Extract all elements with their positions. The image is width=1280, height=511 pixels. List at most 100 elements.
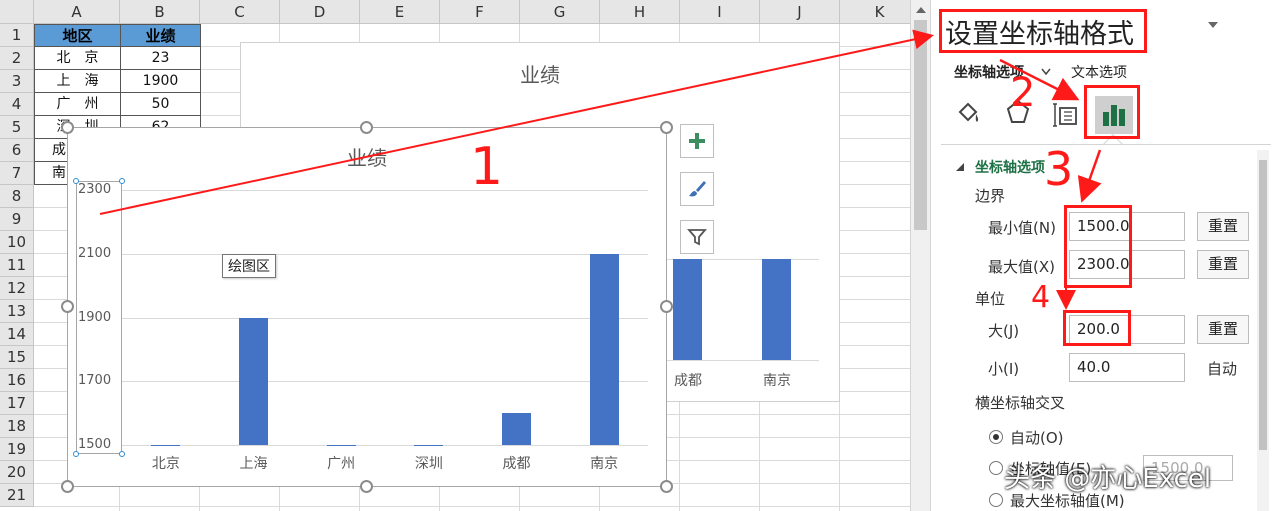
row-header[interactable]: 5 <box>0 116 34 139</box>
row-header[interactable]: 18 <box>0 415 34 438</box>
section-axis-options[interactable]: 坐标轴选项 <box>975 157 1045 177</box>
x-tick-label: 成都 <box>502 456 531 472</box>
panel-scrollbar[interactable] <box>1257 150 1269 511</box>
resize-handle[interactable] <box>61 300 74 313</box>
bar-4[interactable] <box>502 413 531 445</box>
resize-handle[interactable] <box>360 121 373 134</box>
row-header[interactable]: 21 <box>0 484 34 507</box>
row-header[interactable]: 8 <box>0 185 34 208</box>
table-cell[interactable]: 广 州 <box>34 93 121 116</box>
table-cell[interactable]: 50 <box>120 93 201 116</box>
row-header[interactable]: 7 <box>0 162 34 185</box>
annotation-box-bounds <box>1064 205 1132 288</box>
row-header[interactable]: 1 <box>0 24 34 47</box>
plus-icon <box>689 133 705 149</box>
column-header[interactable]: K <box>840 0 910 24</box>
scroll-up-icon[interactable] <box>911 2 931 18</box>
spreadsheet[interactable]: ABCDEFGHIJK 1 2 3 4 5 6 7 8 9 10 11 12 13 14 15 16 17 18 1… <box>0 0 910 511</box>
axis-handle[interactable] <box>73 451 79 457</box>
resize-handle[interactable] <box>660 480 673 493</box>
chart-main[interactable]: 业绩 2300 2100 1900 1700 1500 北京 上海 广州 深圳 成都 南京 绘图区 <box>67 127 667 487</box>
fill-line-tab[interactable] <box>951 95 985 129</box>
radio-auto[interactable] <box>989 430 1003 444</box>
column-header[interactable]: H <box>600 0 680 24</box>
chevron-down-icon[interactable] <box>1041 68 1051 76</box>
bar-2[interactable] <box>326 445 356 446</box>
axis-handle[interactable] <box>73 178 79 184</box>
table-cell[interactable]: 上 海 <box>34 70 121 93</box>
bar-3[interactable] <box>414 445 444 446</box>
bar-nanjing[interactable] <box>762 259 791 360</box>
resize-handle[interactable] <box>660 121 673 134</box>
bar-0[interactable] <box>151 445 181 446</box>
table-cell[interactable]: 北 京 <box>34 47 121 70</box>
resize-handle[interactable] <box>61 480 74 493</box>
chart-filter-button[interactable] <box>680 220 714 254</box>
bar-chengdu[interactable] <box>673 259 702 360</box>
axis-handle[interactable] <box>119 451 125 457</box>
min-reset-button[interactable]: 重置 <box>1197 212 1249 241</box>
row-header[interactable]: 17 <box>0 392 34 415</box>
column-header[interactable]: B <box>120 0 200 24</box>
max-reset-button[interactable]: 重置 <box>1197 250 1249 279</box>
size-properties-tab[interactable] <box>1049 97 1083 131</box>
major-reset-button[interactable]: 重置 <box>1197 315 1249 344</box>
panel-options-dropdown-icon[interactable] <box>1207 20 1219 30</box>
column-header[interactable]: D <box>280 0 360 24</box>
brush-icon <box>689 181 706 197</box>
row-header[interactable]: 14 <box>0 323 34 346</box>
column-header[interactable]: F <box>440 0 520 24</box>
panel-scrollbar-thumb[interactable] <box>1259 160 1267 450</box>
vertical-scrollbar[interactable] <box>910 0 930 511</box>
row-header[interactable]: 20 <box>0 461 34 484</box>
scrollbar-thumb[interactable] <box>914 20 927 230</box>
column-header[interactable]: I <box>680 0 760 24</box>
tab-text-options[interactable]: 文本选项 <box>1071 62 1127 82</box>
column-header[interactable]: E <box>360 0 440 24</box>
row-header[interactable]: 13 <box>0 300 34 323</box>
column-header[interactable]: C <box>200 0 280 24</box>
min-label: 最小值(N) <box>988 219 1056 237</box>
row-header[interactable]: 16 <box>0 369 34 392</box>
resize-handle[interactable] <box>61 121 74 134</box>
axis-handle[interactable] <box>119 178 125 184</box>
row-header[interactable]: 4 <box>0 93 34 116</box>
resize-handle[interactable] <box>660 300 673 313</box>
plot-area[interactable] <box>122 190 648 446</box>
minor-unit-input[interactable]: 40.0 <box>1069 353 1185 382</box>
bar-1[interactable] <box>239 317 268 445</box>
chart-title: 业绩 <box>520 63 560 87</box>
collapse-triangle-icon[interactable] <box>955 162 965 172</box>
row-header[interactable]: 19 <box>0 438 34 461</box>
radio-max-axis[interactable] <box>989 493 1003 507</box>
gridline <box>122 381 648 383</box>
row-header[interactable]: 9 <box>0 208 34 231</box>
header-cell-sales[interactable]: 业绩 <box>120 24 201 47</box>
table-cell[interactable]: 1900 <box>120 70 201 93</box>
row-header[interactable]: 6 <box>0 139 34 162</box>
radio-axis-value[interactable] <box>989 461 1003 475</box>
row-header[interactable]: 12 <box>0 277 34 300</box>
paint-bucket-icon <box>958 102 979 122</box>
header-cell-region[interactable]: 地区 <box>34 24 121 47</box>
row-header[interactable]: 2 <box>0 47 34 70</box>
chart-elements-button[interactable] <box>680 124 714 158</box>
minor-auto-label: 自动 <box>1207 360 1238 378</box>
radio-auto-label[interactable]: 自动(O) <box>1010 427 1064 448</box>
x-tick-label: 南京 <box>590 456 619 472</box>
row-header[interactable]: 10 <box>0 231 34 254</box>
row-header[interactable]: 11 <box>0 254 34 277</box>
major-label: 大(J) <box>988 322 1020 340</box>
table-cell[interactable]: 23 <box>120 47 201 70</box>
bar-5[interactable] <box>589 253 619 445</box>
column-header[interactable]: G <box>520 0 600 24</box>
resize-handle[interactable] <box>360 480 373 493</box>
row-header[interactable]: 15 <box>0 346 34 369</box>
column-header[interactable]: J <box>760 0 840 24</box>
select-all-corner[interactable] <box>0 0 34 24</box>
y-axis-selection[interactable] <box>76 181 122 454</box>
gridline <box>122 317 648 319</box>
column-header[interactable]: A <box>34 0 120 24</box>
chart-styles-button[interactable] <box>680 172 714 206</box>
row-header[interactable]: 3 <box>0 70 34 93</box>
